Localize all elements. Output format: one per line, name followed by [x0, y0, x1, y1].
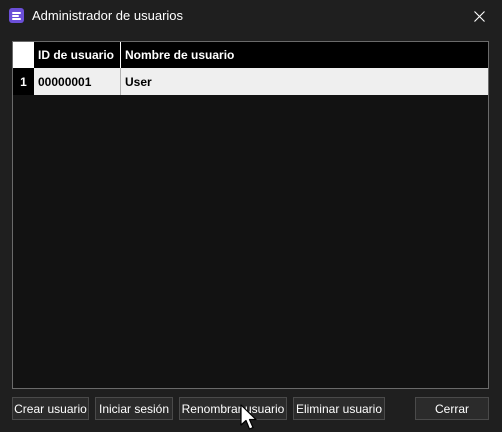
cell-user-name[interactable]: User: [121, 68, 488, 95]
row-header[interactable]: 1: [13, 68, 34, 95]
delete-user-button[interactable]: Eliminar usuario: [293, 397, 385, 420]
create-user-button[interactable]: Crear usuario: [12, 397, 89, 420]
close-button[interactable]: Cerrar: [415, 397, 489, 420]
window-close-button[interactable]: [456, 0, 502, 32]
mouse-pointer-icon: [240, 404, 257, 430]
rename-user-button[interactable]: Renombrar usuario: [179, 397, 287, 420]
user-manager-dialog: Administrador de usuarios ID de usuario …: [0, 0, 502, 432]
window-title: Administrador de usuarios: [32, 8, 184, 23]
users-table[interactable]: ID de usuario Nombre de usuario 1 000000…: [12, 41, 489, 389]
cell-user-id[interactable]: 00000001: [34, 68, 121, 95]
app-logo-icon: [9, 8, 24, 23]
table-corner[interactable]: [13, 42, 34, 68]
column-header-user-name[interactable]: Nombre de usuario: [121, 42, 488, 68]
login-button[interactable]: Iniciar sesión: [95, 397, 173, 420]
title-bar: Administrador de usuarios: [0, 0, 502, 32]
column-header-user-id[interactable]: ID de usuario: [34, 42, 121, 68]
close-icon: [473, 10, 485, 22]
